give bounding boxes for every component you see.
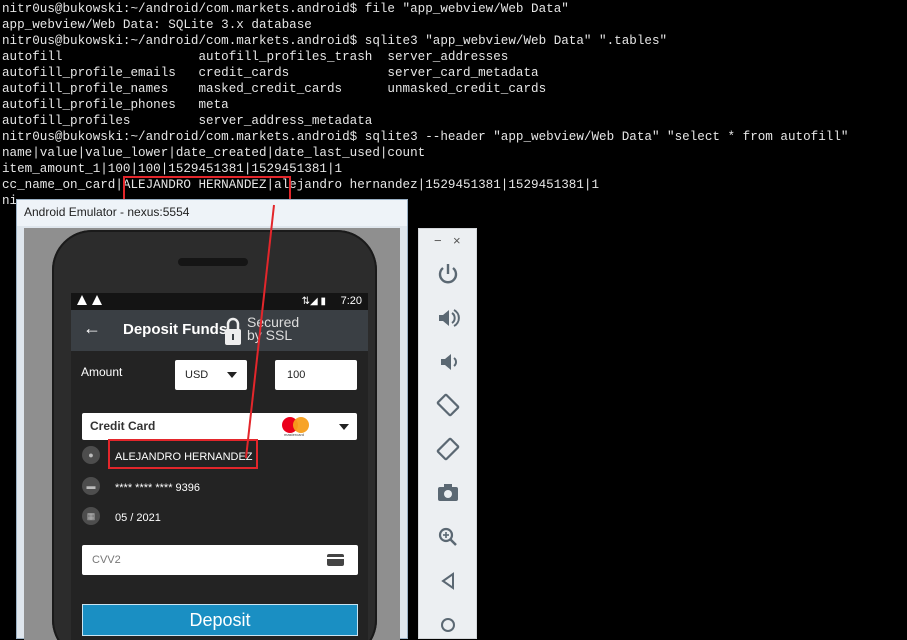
deposit-form: Amount USD Credit Card mastercard [71,351,368,640]
terminal-line: autofill_profile_names masked_credit_car… [2,82,547,96]
terminal-line: item_amount_1|100|100|1529451381|1529451… [2,162,343,176]
card-icon: ▬ [82,477,100,495]
back-icon[interactable] [434,567,462,595]
cvv-field[interactable]: CVV2 [82,545,358,575]
terminal-line: autofill_profiles server_address_metadat… [2,114,373,128]
close-icon[interactable]: × [453,233,461,248]
card-back-icon [327,554,344,566]
power-icon[interactable] [434,260,462,288]
terminal-line: autofill_profile_phones meta [2,98,229,112]
volume-up-icon[interactable] [434,304,462,332]
calendar-icon: ▦ [82,507,100,525]
amount-input[interactable] [275,360,357,390]
terminal-line: app_webview/Web Data: SQLite 3.x databas… [2,18,312,32]
mastercard-icon: mastercard [282,415,316,439]
emulator-window[interactable]: Android Emulator - nexus:5554 ⇅◢ ▮ 7:20 … [16,199,408,640]
emulator-client: ⇅◢ ▮ 7:20 ← Deposit Funds Secured by SSL [24,228,400,640]
ssl-badge: Secured by SSL [223,315,313,347]
mastercard-label: mastercard [284,432,305,437]
payment-method-select[interactable]: Credit Card mastercard [82,413,357,440]
home-icon[interactable] [434,611,462,639]
terminal-line: nitr0us@bukowski:~/android/com.markets.a… [2,2,569,16]
terminal-line: ni [2,194,18,208]
emulator-titlebar[interactable]: Android Emulator - nexus:5554 [17,200,407,226]
back-arrow-icon[interactable]: ← [83,318,101,339]
status-bar: ⇅◢ ▮ 7:20 [71,293,368,310]
emulator-title: Android Emulator - nexus:5554 [24,205,190,219]
terminal-line: name|value|value_lower|date_created|date… [2,146,426,160]
warning-icon [92,295,102,305]
camera-icon[interactable] [434,479,462,507]
device-speaker [178,258,248,266]
chevron-down-icon [227,372,237,378]
rotate-left-icon[interactable] [434,391,462,419]
signal-battery-icon: ⇅◢ ▮ [301,296,326,307]
app-bar: ← Deposit Funds Secured by SSL [71,310,368,351]
terminal-line: nitr0us@bukowski:~/android/com.markets.a… [2,34,668,48]
card-expiry[interactable]: 05 / 2021 [115,512,161,524]
page-title: Deposit Funds [123,321,228,338]
status-time: 7:20 [340,295,362,307]
payment-method-value: Credit Card [90,419,156,433]
card-number[interactable]: **** **** **** 9396 [115,482,200,494]
volume-down-icon[interactable] [434,348,462,376]
terminal-line: autofill autofill_profiles_trash server_… [2,50,509,64]
ssl-text-line2: by SSL [247,327,293,343]
amount-label: Amount [81,365,123,379]
emulator-toolbar: − × [418,228,477,639]
person-icon: ● [82,446,100,464]
terminal-line: autofill_profile_emails credit_cards ser… [2,66,539,80]
terminal-line: cc_name_on_card|ALEJANDRO HERNANDEZ|alej… [2,178,600,192]
name-highlight [108,439,258,469]
deposit-button[interactable]: Deposit [82,604,358,636]
currency-value: USD [185,369,209,381]
cvv-placeholder: CVV2 [92,554,121,566]
rotate-right-icon[interactable] [434,435,462,463]
terminal-line: nitr0us@bukowski:~/android/com.markets.a… [2,130,849,144]
device-frame: ⇅◢ ▮ 7:20 ← Deposit Funds Secured by SSL [52,230,377,640]
device-screen[interactable]: ⇅◢ ▮ 7:20 ← Deposit Funds Secured by SSL [71,293,368,640]
lock-icon [225,317,241,345]
currency-select[interactable]: USD [175,360,247,390]
minimize-icon[interactable]: − [434,233,442,248]
zoom-icon[interactable] [434,523,462,551]
warning-icon [77,295,87,305]
chevron-down-icon [339,424,349,430]
